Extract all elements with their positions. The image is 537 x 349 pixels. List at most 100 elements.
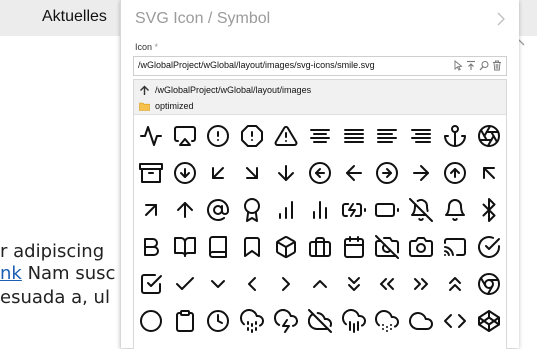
icon-grid-item[interactable] bbox=[438, 302, 472, 339]
icon-grid-item[interactable] bbox=[168, 117, 202, 154]
icon-grid-item[interactable] bbox=[472, 228, 506, 265]
icon-grid-item[interactable] bbox=[235, 117, 269, 154]
icon-grid-item[interactable] bbox=[303, 265, 337, 302]
icon-grid-item[interactable] bbox=[303, 191, 337, 228]
icon-path-value: /wGlobalProject/wGlobal/layout/images/sv… bbox=[138, 60, 375, 70]
icon-grid-item[interactable] bbox=[371, 265, 405, 302]
activity-icon bbox=[139, 125, 162, 146]
arrow-up-circle-icon bbox=[444, 161, 467, 184]
icon-grid-item[interactable] bbox=[371, 302, 405, 339]
icon-grid-item[interactable] bbox=[235, 191, 269, 228]
chevron-right-icon[interactable] bbox=[497, 12, 505, 26]
arrow-down-left-icon bbox=[212, 166, 225, 179]
icon-grid-item[interactable] bbox=[371, 117, 405, 154]
icon-grid-item[interactable] bbox=[134, 265, 168, 302]
icon-grid-item[interactable] bbox=[202, 154, 236, 191]
icon-grid-item[interactable] bbox=[404, 302, 438, 339]
icon-grid-item[interactable] bbox=[438, 228, 472, 265]
icon-grid-item[interactable] bbox=[269, 191, 303, 228]
bar-chart-icon bbox=[279, 200, 294, 219]
arrow-up-left-icon bbox=[482, 166, 495, 179]
bookmark-icon bbox=[244, 236, 261, 257]
icon-grid-item[interactable] bbox=[235, 154, 269, 191]
icon-grid-item[interactable] bbox=[404, 191, 438, 228]
icon-grid-item[interactable] bbox=[202, 302, 236, 339]
parent-directory-path: /wGlobalProject/wGlobal/layout/images bbox=[155, 85, 312, 95]
icon-grid-item[interactable] bbox=[134, 302, 168, 339]
icon-grid-item[interactable] bbox=[269, 117, 303, 154]
icon-grid-item[interactable] bbox=[472, 265, 506, 302]
icon-grid-item[interactable] bbox=[337, 117, 371, 154]
icon-grid-item[interactable] bbox=[235, 302, 269, 339]
icon-grid-item[interactable] bbox=[337, 265, 371, 302]
icon-grid-item[interactable] bbox=[472, 154, 506, 191]
bluetooth-icon bbox=[482, 197, 496, 222]
folder-icon bbox=[139, 102, 150, 111]
icon-grid-item[interactable] bbox=[472, 302, 506, 339]
trash-icon[interactable] bbox=[492, 60, 502, 71]
icon-grid-item[interactable] bbox=[168, 302, 202, 339]
icon-grid-item[interactable] bbox=[337, 302, 371, 339]
parent-directory-link[interactable]: /wGlobalProject/wGlobal/layout/images bbox=[139, 83, 311, 97]
clock-icon bbox=[207, 309, 230, 332]
dialog-header[interactable]: SVG Icon / Symbol bbox=[121, 0, 519, 38]
cloud-drizzle-icon bbox=[240, 308, 265, 333]
icon-grid-item[interactable] bbox=[235, 265, 269, 302]
icon-grid-item[interactable] bbox=[202, 191, 236, 228]
icon-grid-item[interactable] bbox=[371, 191, 405, 228]
field-icon-group bbox=[453, 60, 502, 71]
chevron-down-icon bbox=[211, 279, 226, 288]
icon-grid-item[interactable] bbox=[404, 265, 438, 302]
menu-item-aktuelles[interactable]: Aktuelles bbox=[42, 8, 107, 26]
battery-icon bbox=[375, 202, 400, 217]
icon-grid-item[interactable] bbox=[269, 228, 303, 265]
icon-grid-item[interactable] bbox=[269, 154, 303, 191]
icon-grid-item[interactable] bbox=[371, 154, 405, 191]
icon-grid-item[interactable] bbox=[168, 154, 202, 191]
icon-grid-item[interactable] bbox=[269, 265, 303, 302]
box-icon bbox=[276, 235, 297, 258]
icon-grid-item[interactable] bbox=[337, 191, 371, 228]
icon-grid-item[interactable] bbox=[371, 228, 405, 265]
background-link[interactable]: nk bbox=[0, 263, 22, 284]
icon-grid-item[interactable] bbox=[168, 191, 202, 228]
icon-grid-item[interactable] bbox=[303, 117, 337, 154]
icon-grid-item[interactable] bbox=[235, 228, 269, 265]
icon-path-field[interactable]: /wGlobalProject/wGlobal/layout/images/sv… bbox=[133, 56, 507, 76]
icon-grid-item[interactable] bbox=[438, 154, 472, 191]
icon-grid-item[interactable] bbox=[134, 228, 168, 265]
search-icon[interactable] bbox=[479, 60, 489, 71]
icon-grid-item[interactable] bbox=[303, 302, 337, 339]
cursor-arrow-icon[interactable] bbox=[453, 60, 463, 71]
anchor-icon bbox=[444, 124, 467, 147]
icon-grid-item[interactable] bbox=[404, 117, 438, 154]
icon-grid-item[interactable] bbox=[438, 265, 472, 302]
icon-grid-item[interactable] bbox=[134, 117, 168, 154]
icon-grid-item[interactable] bbox=[404, 228, 438, 265]
cloud-off-icon bbox=[307, 308, 332, 333]
icon-grid-item[interactable] bbox=[202, 228, 236, 265]
cloud-rain-icon bbox=[341, 308, 366, 333]
upload-icon[interactable] bbox=[466, 60, 476, 71]
icon-grid-item[interactable] bbox=[472, 191, 506, 228]
icon-grid-item[interactable] bbox=[168, 265, 202, 302]
icon-grid-item[interactable] bbox=[303, 228, 337, 265]
bell-icon bbox=[445, 198, 466, 221]
icon-grid-item[interactable] bbox=[202, 265, 236, 302]
icon-grid-item[interactable] bbox=[168, 228, 202, 265]
icon-grid-item[interactable] bbox=[438, 117, 472, 154]
icon-grid-item[interactable] bbox=[438, 191, 472, 228]
icon-grid-item[interactable] bbox=[472, 117, 506, 154]
icon-grid-item[interactable] bbox=[269, 302, 303, 339]
icon-grid-item[interactable] bbox=[134, 154, 168, 191]
icon-grid-item[interactable] bbox=[134, 191, 168, 228]
icon-grid-item[interactable] bbox=[337, 154, 371, 191]
check-square-icon bbox=[140, 273, 162, 294]
cloud-snow-icon bbox=[375, 309, 400, 332]
folder-item[interactable]: optimized bbox=[139, 99, 194, 113]
icon-grid-item[interactable] bbox=[404, 154, 438, 191]
icon-grid-item[interactable] bbox=[303, 154, 337, 191]
icon-grid-item[interactable] bbox=[202, 117, 236, 154]
briefcase-icon bbox=[308, 236, 331, 257]
icon-grid-item[interactable] bbox=[337, 228, 371, 265]
